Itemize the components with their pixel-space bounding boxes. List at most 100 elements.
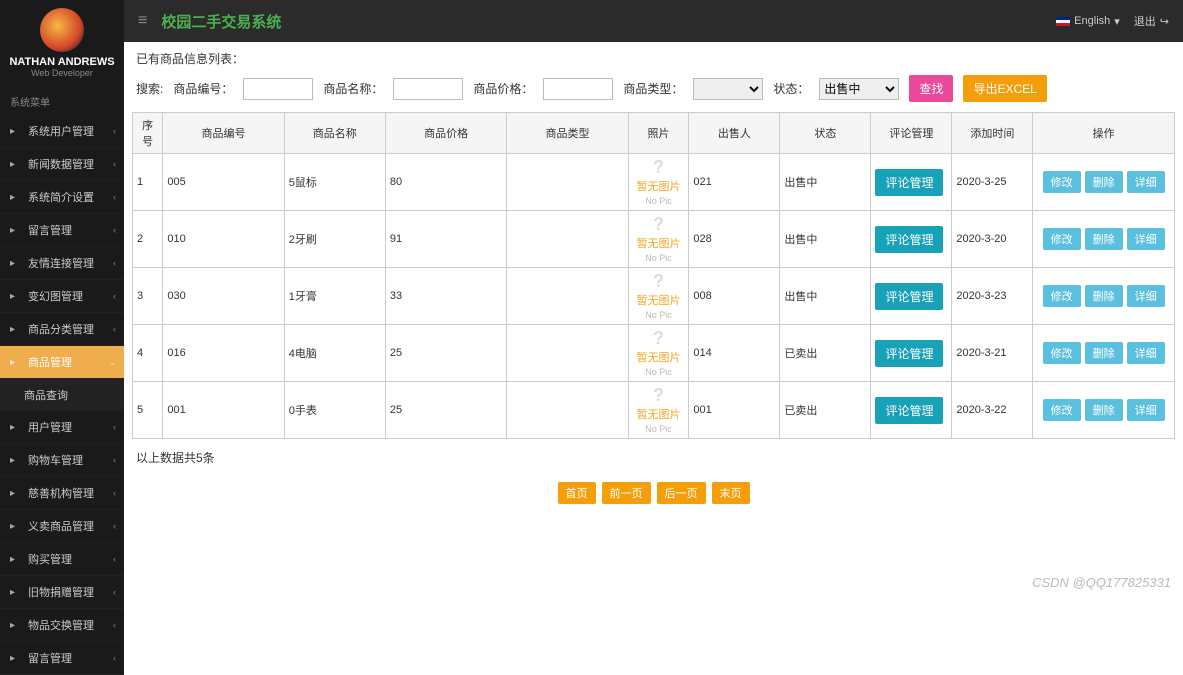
hamburger-icon[interactable]: ≡: [138, 12, 147, 30]
cell-idx: 1: [133, 154, 163, 211]
cell-seller: 001: [689, 382, 780, 439]
chevron-left-icon: ‹: [113, 587, 116, 597]
sidebar-item[interactable]: ▸商品管理⌄: [0, 346, 124, 379]
comment-manage-button[interactable]: 评论管理: [875, 226, 943, 253]
menu-item-label: 购物车管理: [28, 452, 83, 468]
search-type-select[interactable]: [693, 78, 763, 100]
cell-seller: 021: [689, 154, 780, 211]
search-id-input[interactable]: [243, 78, 313, 100]
user-role: Web Developer: [0, 68, 124, 78]
user-name: NATHAN ANDREWS: [0, 56, 124, 68]
delete-button[interactable]: 删除: [1085, 285, 1123, 307]
cell-comment: 评论管理: [871, 325, 952, 382]
sidebar-item[interactable]: ▸旧物捐赠管理‹: [0, 576, 124, 609]
cell-idx: 2: [133, 211, 163, 268]
col-idx: 序号: [133, 113, 163, 154]
menu-item-icon: ▸: [10, 357, 22, 368]
search-status-select[interactable]: 出售中: [819, 78, 899, 100]
footer-note: 以上数据共5条: [136, 449, 1175, 466]
table-row: 40164电脑25?暂无图片No Pic014已卖出评论管理2020-3-21修…: [133, 325, 1175, 382]
sidebar-item[interactable]: ▸新闻数据管理‹: [0, 148, 124, 181]
menu-item-label: 物品交换管理: [28, 617, 94, 633]
sidebar-item[interactable]: ▸系统简介设置‹: [0, 181, 124, 214]
search-button[interactable]: 查找: [909, 75, 953, 102]
cell-ops: 修改删除详细: [1033, 325, 1175, 382]
sidebar-item[interactable]: ▸友情连接管理‹: [0, 247, 124, 280]
menu-item-label: 变幻图管理: [28, 288, 83, 304]
nopic-text-en: No Pic: [645, 196, 672, 206]
pager-next[interactable]: 后一页: [657, 482, 706, 504]
cell-status: 已卖出: [780, 325, 871, 382]
detail-button[interactable]: 详细: [1127, 399, 1165, 421]
edit-button[interactable]: 修改: [1043, 399, 1081, 421]
delete-button[interactable]: 删除: [1085, 228, 1123, 250]
search-price-input[interactable]: [543, 78, 613, 100]
menu-item-icon: ▸: [10, 192, 22, 203]
sidebar-item[interactable]: ▸购买管理‹: [0, 543, 124, 576]
delete-button[interactable]: 删除: [1085, 342, 1123, 364]
detail-button[interactable]: 详细: [1127, 342, 1165, 364]
cell-addtime: 2020-3-23: [952, 268, 1033, 325]
comment-manage-button[interactable]: 评论管理: [875, 397, 943, 424]
menu-header: 系统菜单: [0, 88, 124, 115]
avatar[interactable]: [40, 8, 84, 52]
edit-button[interactable]: 修改: [1043, 285, 1081, 307]
pager-last[interactable]: 末页: [712, 482, 750, 504]
cell-pid: 005: [163, 154, 284, 211]
edit-button[interactable]: 修改: [1043, 171, 1081, 193]
cell-seller: 028: [689, 211, 780, 268]
delete-button[interactable]: 删除: [1085, 399, 1123, 421]
logout-button[interactable]: 退出 ↪: [1134, 13, 1169, 29]
col-pid: 商品编号: [163, 113, 284, 154]
edit-button[interactable]: 修改: [1043, 228, 1081, 250]
cell-comment: 评论管理: [871, 154, 952, 211]
cell-price: 25: [385, 382, 506, 439]
nopic-icon: ?: [653, 215, 664, 233]
table-row: 10055鼠标80?暂无图片No Pic021出售中评论管理2020-3-25修…: [133, 154, 1175, 211]
comment-manage-button[interactable]: 评论管理: [875, 169, 943, 196]
sidebar-item[interactable]: ▸物品交换管理‹: [0, 609, 124, 642]
cell-status: 出售中: [780, 154, 871, 211]
chevron-left-icon: ‹: [113, 159, 116, 169]
sidebar-item[interactable]: ▸留言管理‹: [0, 642, 124, 675]
pager-first[interactable]: 首页: [558, 482, 596, 504]
sidebar-item[interactable]: ▸留言管理‹: [0, 214, 124, 247]
cell-price: 33: [385, 268, 506, 325]
cell-pid: 001: [163, 382, 284, 439]
menu-item-label: 友情连接管理: [28, 255, 94, 271]
search-status-label: 状态：: [773, 80, 809, 97]
cell-ops: 修改删除详细: [1033, 382, 1175, 439]
search-name-input[interactable]: [393, 78, 463, 100]
watermark: CSDN @QQ177825331: [1032, 575, 1171, 590]
sidebar-menu: ▸系统用户管理‹▸新闻数据管理‹▸系统简介设置‹▸留言管理‹▸友情连接管理‹▸变…: [0, 115, 124, 675]
menu-item-icon: ▸: [10, 258, 22, 269]
detail-button[interactable]: 详细: [1127, 285, 1165, 307]
chevron-left-icon: ‹: [113, 324, 116, 334]
sidebar-item[interactable]: ▸用户管理‹: [0, 411, 124, 444]
comment-manage-button[interactable]: 评论管理: [875, 340, 943, 367]
detail-button[interactable]: 详细: [1127, 228, 1165, 250]
sidebar-subitem[interactable]: 商品查询: [0, 379, 124, 411]
nopic-text-ch: 暂无图片: [637, 178, 681, 194]
cell-pid: 016: [163, 325, 284, 382]
sidebar-item[interactable]: ▸系统用户管理‹: [0, 115, 124, 148]
sidebar-item[interactable]: ▸变幻图管理‹: [0, 280, 124, 313]
cell-photo: ?暂无图片No Pic: [628, 154, 689, 211]
sidebar-item[interactable]: ▸购物车管理‹: [0, 444, 124, 477]
detail-button[interactable]: 详细: [1127, 171, 1165, 193]
cell-addtime: 2020-3-20: [952, 211, 1033, 268]
delete-button[interactable]: 删除: [1085, 171, 1123, 193]
cell-photo: ?暂无图片No Pic: [628, 211, 689, 268]
cell-ptype: [507, 382, 628, 439]
cell-pname: 0手表: [284, 382, 385, 439]
sidebar-item[interactable]: ▸商品分类管理‹: [0, 313, 124, 346]
language-selector[interactable]: English ▾: [1056, 15, 1120, 28]
cell-comment: 评论管理: [871, 382, 952, 439]
comment-manage-button[interactable]: 评论管理: [875, 283, 943, 310]
pager-prev[interactable]: 前一页: [602, 482, 651, 504]
search-prefix: 搜索:: [136, 80, 163, 97]
sidebar-item[interactable]: ▸义卖商品管理‹: [0, 510, 124, 543]
edit-button[interactable]: 修改: [1043, 342, 1081, 364]
sidebar-item[interactable]: ▸慈善机构管理‹: [0, 477, 124, 510]
export-excel-button[interactable]: 导出EXCEL: [963, 75, 1046, 102]
